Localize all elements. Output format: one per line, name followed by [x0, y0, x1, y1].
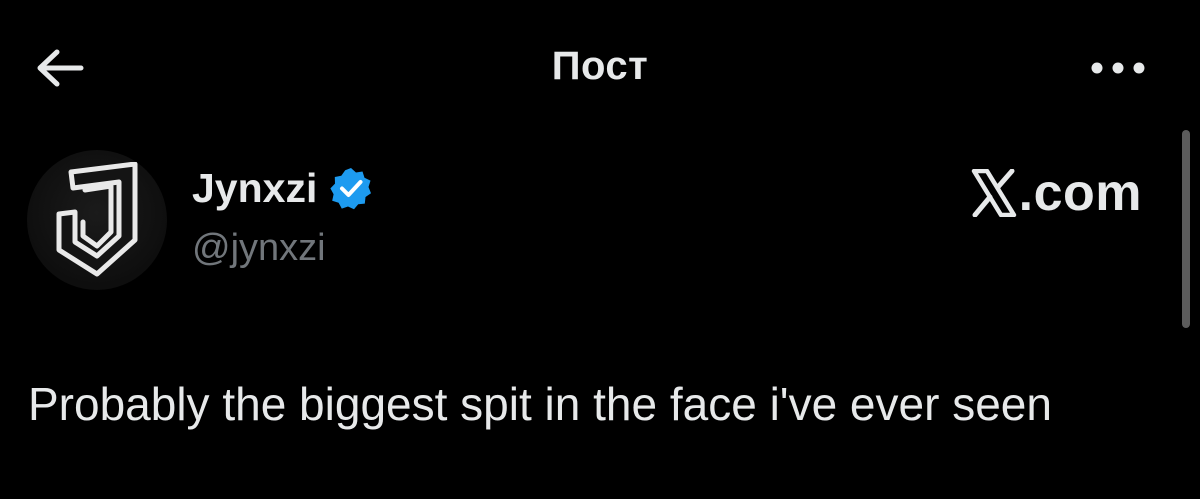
post-text: Probably the biggest spit in the face i'…: [28, 378, 1052, 430]
author-handle[interactable]: @jynxzi: [192, 227, 373, 270]
top-bar: Пост: [0, 0, 1200, 135]
x-logo-icon: [971, 169, 1016, 217]
verified-badge-icon[interactable]: [329, 166, 373, 210]
author-display-name[interactable]: Jynxzi: [192, 165, 317, 212]
author-name-row: Jynxzi: [192, 163, 373, 213]
arrow-left-icon: [37, 49, 84, 87]
brand-domain-text: .com: [1018, 164, 1142, 222]
post-screen: { "header": { "title": "Пост", "back_ico…: [0, 0, 1200, 499]
page-title: Пост: [551, 44, 649, 88]
avatar[interactable]: [27, 150, 167, 290]
jynxzi-logo-icon: [56, 162, 138, 277]
back-button[interactable]: [28, 40, 90, 96]
author-block: Jynxzi @jynxzi: [192, 163, 373, 270]
ellipsis-icon: [1091, 62, 1145, 74]
brand-watermark: .com: [971, 163, 1142, 223]
more-options-button[interactable]: [1078, 46, 1158, 90]
scrollbar[interactable]: [1182, 130, 1190, 328]
